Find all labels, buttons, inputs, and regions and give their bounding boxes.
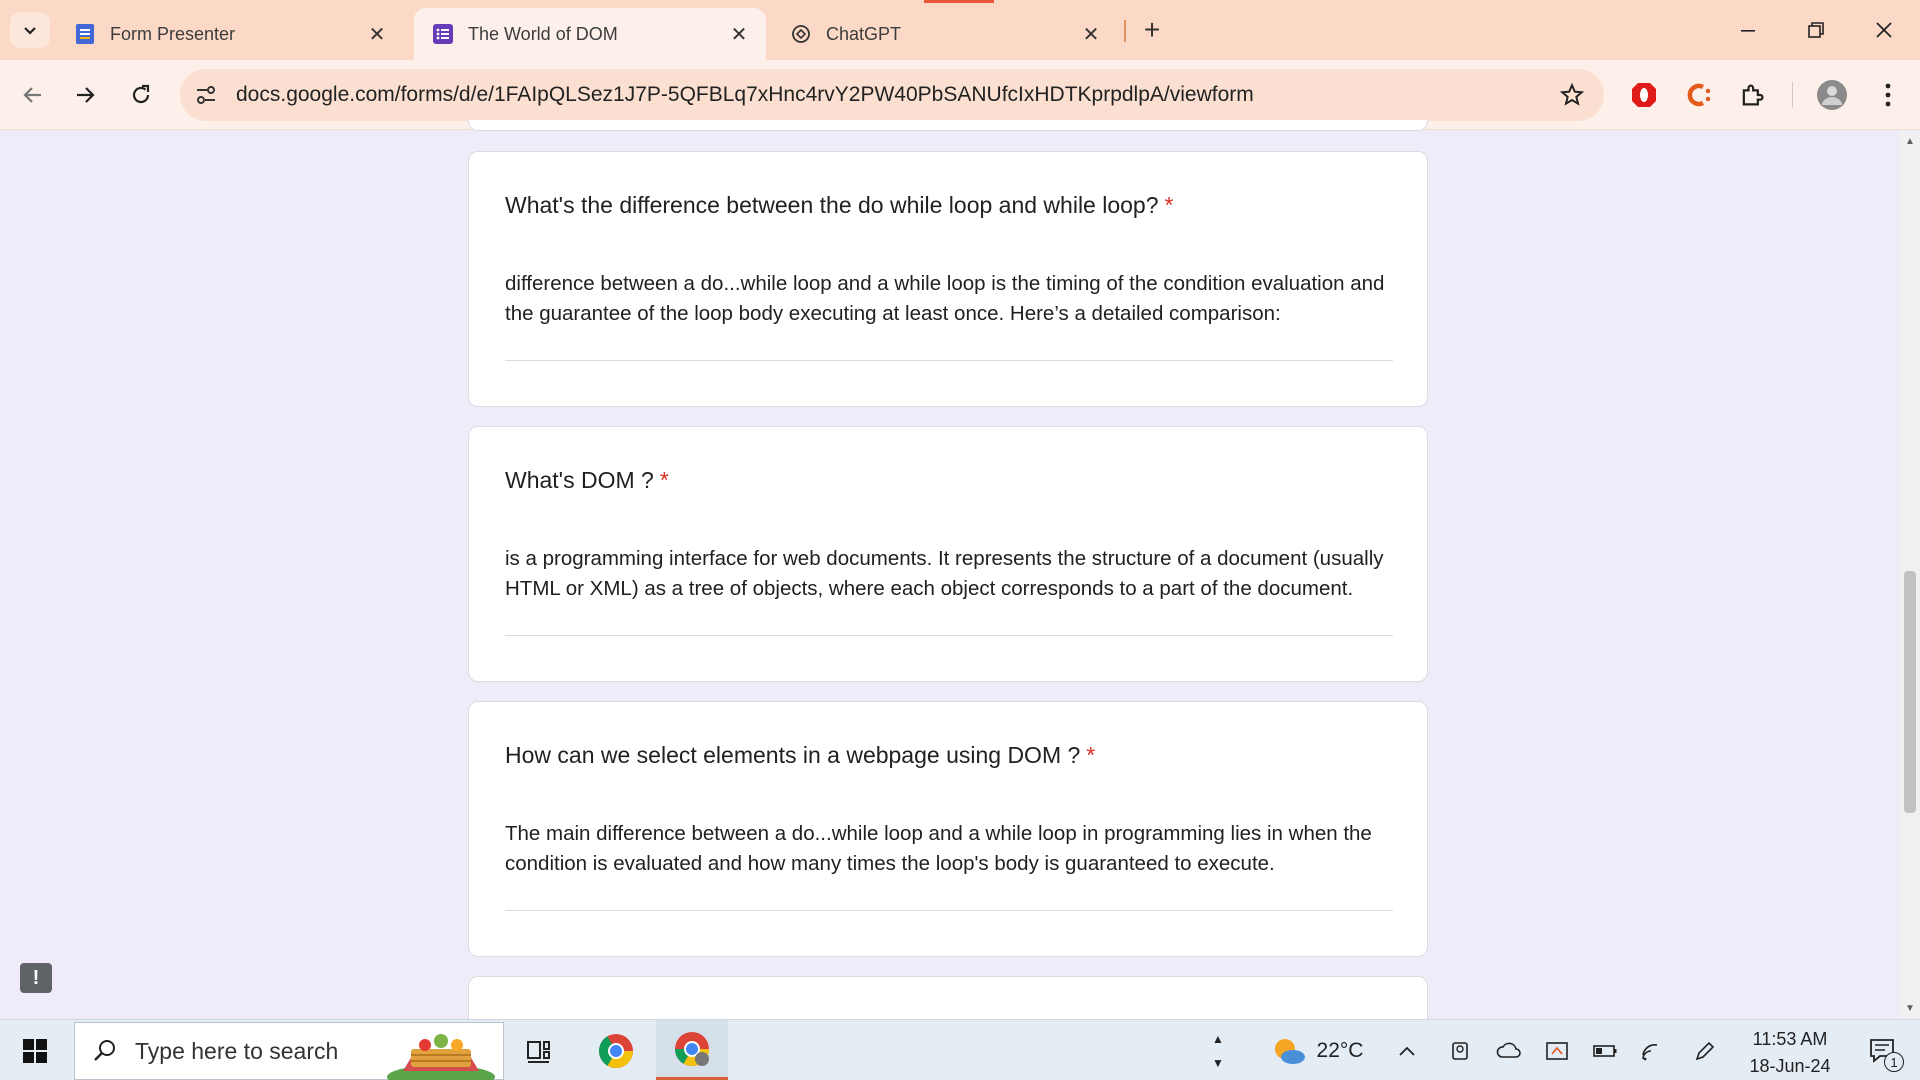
- system-clock[interactable]: 11:53 AM 18-Jun-24: [1720, 1026, 1860, 1080]
- browser-menu-icon[interactable]: [1870, 77, 1906, 113]
- url-text[interactable]: docs.google.com/forms/d/e/1FAIpQLSez1J7P…: [236, 83, 1254, 107]
- answer-underline: [505, 910, 1393, 911]
- task-view-button[interactable]: [503, 1020, 575, 1080]
- tab-chatgpt[interactable]: ChatGPT ✕: [772, 8, 1118, 60]
- answer-field[interactable]: The main difference between a do...while…: [505, 819, 1393, 879]
- reload-icon: [132, 84, 150, 104]
- weather-widget[interactable]: 22°C: [1262, 1020, 1372, 1080]
- required-asterisk: *: [659, 467, 669, 493]
- pen-icon[interactable]: [1690, 1020, 1720, 1080]
- start-button[interactable]: [0, 1020, 70, 1080]
- chrome-icon: [599, 1033, 633, 1068]
- arrow-left-icon: [23, 87, 41, 103]
- address-bar[interactable]: docs.google.com/forms/d/e/1FAIpQLSez1J7P…: [180, 69, 1604, 121]
- tray-app-icon[interactable]: [1542, 1020, 1572, 1080]
- tab-the-world-of-dom[interactable]: The World of DOM ✕: [414, 8, 766, 60]
- windows-taskbar: Type here to search ▲ ▼ 22°C 11:53 AM 18…: [0, 1019, 1920, 1080]
- opera-extension-icon[interactable]: [1626, 77, 1662, 113]
- answer-field[interactable]: difference between a do...while loop and…: [505, 269, 1393, 329]
- chrome-profile-taskbar-button[interactable]: [656, 1020, 728, 1080]
- weather-temperature: 22°C: [1316, 1038, 1364, 1062]
- profile-avatar[interactable]: [1814, 77, 1850, 113]
- question-text: What's DOM ?: [505, 467, 654, 493]
- new-tab-button[interactable]: +: [1136, 14, 1168, 46]
- question-card: What's DOM ? * is a programming interface…: [468, 426, 1428, 682]
- question-text: What's the difference between the do whi…: [505, 192, 1159, 218]
- minimize-button[interactable]: [1728, 10, 1768, 50]
- close-tab-icon[interactable]: ✕: [1078, 21, 1104, 47]
- chrome-icon: [675, 1031, 709, 1066]
- previous-card-edge: [468, 120, 1428, 131]
- site-settings-icon[interactable]: [180, 69, 232, 121]
- chatgpt-icon: [790, 23, 812, 45]
- search-placeholder: Type here to search: [135, 1037, 339, 1064]
- caret-up-icon: [1399, 1046, 1415, 1056]
- task-view-icon: [527, 1040, 550, 1063]
- coupon-extension-icon[interactable]: [1680, 77, 1716, 113]
- taskbar-search[interactable]: Type here to search: [74, 1022, 504, 1080]
- clock-date: 18-Jun-24: [1749, 1056, 1831, 1076]
- toolbar-divider: [1792, 82, 1793, 108]
- forward-button[interactable]: [64, 74, 106, 116]
- question-card: What's the difference between the do whi…: [468, 151, 1428, 407]
- bookmark-star-icon[interactable]: [1558, 81, 1586, 109]
- scroll-down-icon[interactable]: ▼: [1900, 998, 1920, 1018]
- answer-underline: [505, 635, 1393, 636]
- question-title: How can we select elements in a webpage …: [505, 742, 1095, 769]
- restore-button[interactable]: [1796, 10, 1836, 50]
- close-tab-icon[interactable]: ✕: [364, 21, 390, 47]
- tab-title: ChatGPT: [826, 23, 902, 44]
- picnic-basket-icon: [385, 1027, 497, 1080]
- question-text: How can we select elements in a webpage …: [505, 742, 1081, 768]
- tab-title: The World of DOM: [468, 23, 618, 44]
- close-tab-icon[interactable]: ✕: [726, 21, 752, 47]
- tab-title: Form Presenter: [110, 23, 236, 44]
- close-icon: [1876, 22, 1892, 38]
- google-forms-icon: [74, 23, 96, 45]
- wifi-icon[interactable]: [1638, 1020, 1668, 1080]
- close-window-button[interactable]: [1864, 10, 1904, 50]
- windows-icon: [23, 1038, 47, 1063]
- reload-button[interactable]: [120, 74, 162, 116]
- page-scrollbar[interactable]: ▲ ▼: [1900, 131, 1920, 1018]
- onedrive-icon[interactable]: [1494, 1020, 1524, 1080]
- weather-sunny-cloudy-icon: [1274, 1038, 1305, 1064]
- question-card: How can we select elements in a webpage …: [468, 701, 1428, 957]
- scroll-up-icon[interactable]: ▲: [1900, 131, 1920, 151]
- chrome-taskbar-button[interactable]: [580, 1020, 652, 1080]
- notification-center-button[interactable]: 1: [1858, 1020, 1908, 1080]
- required-asterisk: *: [1164, 192, 1174, 218]
- chevron-down-icon: [24, 27, 36, 35]
- question-title: What's the difference between the do whi…: [505, 192, 1173, 219]
- extensions-puzzle-icon[interactable]: [1734, 77, 1770, 113]
- tab-strip: Form Presenter ✕ The World of DOM ✕ Chat…: [0, 0, 1920, 60]
- chevron-down-icon[interactable]: ▼: [1212, 1056, 1224, 1070]
- overflow-scroll-control[interactable]: ▲ ▼: [1200, 1020, 1236, 1080]
- scroll-thumb[interactable]: [1904, 571, 1916, 813]
- tab-separator: [1124, 20, 1126, 42]
- battery-icon[interactable]: [1590, 1020, 1620, 1080]
- tab-loading-indicator: [924, 0, 994, 3]
- tray-meet-icon[interactable]: [1446, 1020, 1474, 1080]
- show-hidden-icons-button[interactable]: [1392, 1020, 1422, 1080]
- answer-field[interactable]: is a programming interface for web docum…: [505, 544, 1393, 604]
- question-title: What's DOM ? *: [505, 467, 669, 494]
- tab-search-button[interactable]: [10, 12, 50, 48]
- minimize-icon: [1741, 30, 1755, 32]
- required-asterisk: *: [1086, 742, 1096, 768]
- search-icon: [75, 1038, 135, 1064]
- google-forms-icon: [432, 23, 454, 45]
- notification-count-badge: 1: [1884, 1052, 1904, 1072]
- arrow-right-icon: [77, 87, 95, 103]
- report-problem-button[interactable]: !: [20, 963, 52, 993]
- chevron-up-icon[interactable]: ▲: [1212, 1032, 1224, 1046]
- restore-icon: [1808, 22, 1824, 38]
- clock-time: 11:53 AM: [1752, 1029, 1828, 1049]
- tab-form-presenter[interactable]: Form Presenter ✕: [56, 8, 404, 60]
- back-button[interactable]: [12, 74, 54, 116]
- answer-underline: [505, 360, 1393, 361]
